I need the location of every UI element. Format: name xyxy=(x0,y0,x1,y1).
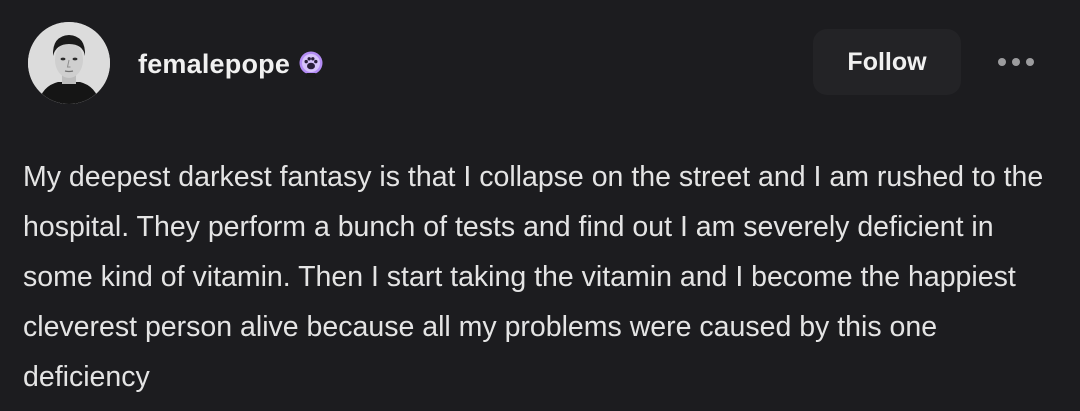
user-portrait-avatar-icon xyxy=(28,22,110,104)
username[interactable]: femalepope xyxy=(138,49,290,80)
ellipsis-icon-dot xyxy=(1012,58,1020,66)
ellipsis-icon-dot xyxy=(1026,58,1034,66)
more-options-button[interactable] xyxy=(988,44,1044,80)
avatar[interactable] xyxy=(28,22,110,104)
follow-button[interactable]: Follow xyxy=(813,29,961,95)
username-row: femalepope xyxy=(138,44,326,84)
paw-badge-icon xyxy=(296,49,326,79)
ellipsis-icon xyxy=(998,58,1006,66)
post-body-text: My deepest darkest fantasy is that I col… xyxy=(23,161,1044,393)
post-header: femalepope Follow xyxy=(0,0,1080,130)
